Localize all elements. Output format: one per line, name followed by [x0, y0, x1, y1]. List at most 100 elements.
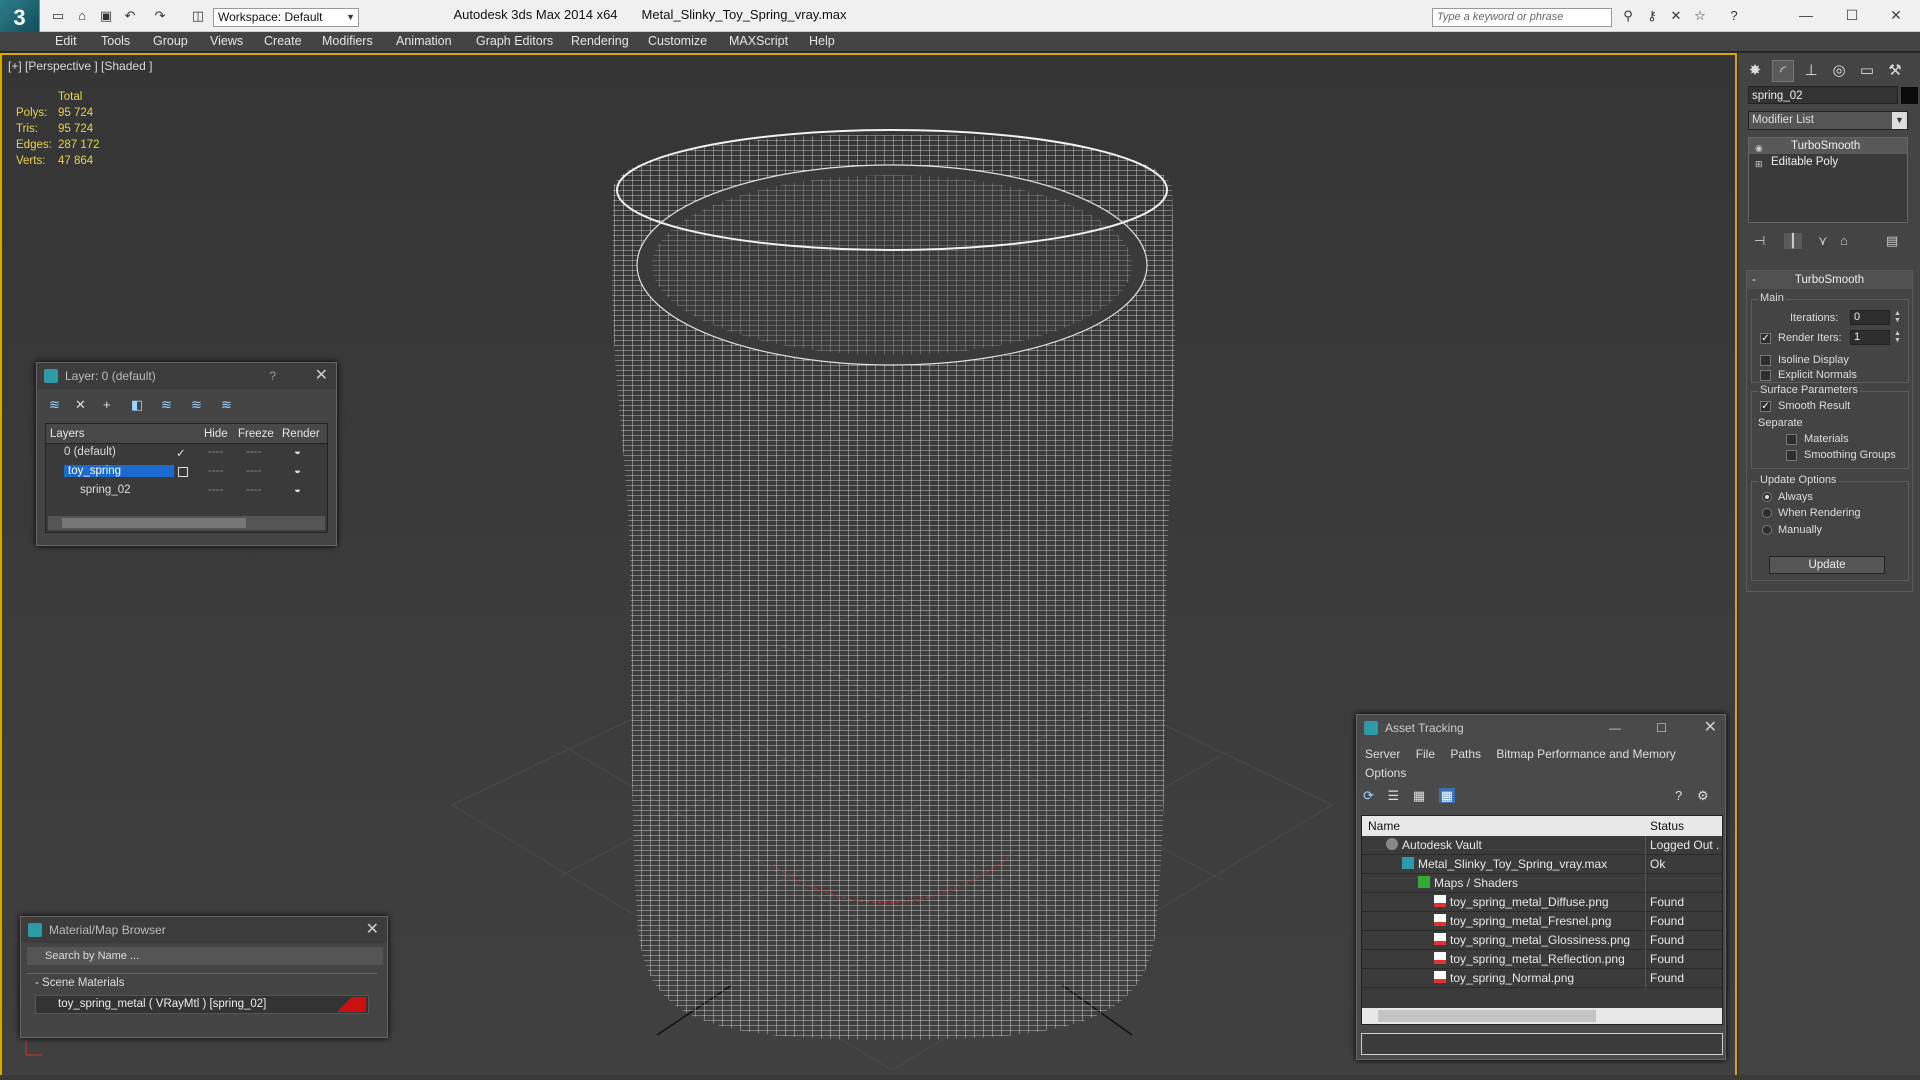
spinner-arrows-icon[interactable]: ▲ ▼ [1894, 330, 1901, 344]
create-layer-icon[interactable]: ≋ [49, 397, 60, 413]
render-iters-checkbox[interactable]: ✓ [1760, 333, 1771, 344]
thumbnail-view-icon[interactable]: ▦ [1413, 788, 1425, 803]
stack-item-editable-poly[interactable]: ⊞ Editable Poly [1749, 154, 1907, 170]
freeze-toggle[interactable]: ---- [246, 446, 261, 458]
menu-bitmap-performance[interactable]: Bitmap Performance and Memory [1496, 747, 1675, 761]
iterations-spinner[interactable]: 0 [1850, 310, 1890, 325]
close-icon[interactable]: ✕ [1704, 715, 1717, 741]
menu-help[interactable]: Help [809, 34, 835, 48]
scrollbar-thumb[interactable] [1378, 1010, 1596, 1022]
scrollbar-thumb[interactable] [62, 518, 246, 528]
hierarchy-tab-icon[interactable]: ⊥ [1800, 60, 1822, 82]
stack-item-turbosmooth[interactable]: ◉ TurboSmooth [1749, 138, 1907, 154]
select-objects-icon[interactable]: ◧ [131, 397, 143, 413]
menu-paths[interactable]: Paths [1450, 747, 1481, 761]
create-tab-icon[interactable]: ✸ [1744, 60, 1766, 82]
menu-options[interactable]: Options [1365, 766, 1406, 780]
hide-toggle[interactable]: ---- [208, 446, 223, 458]
asset-row[interactable]: Metal_Slinky_Toy_Spring_vray.max Ok [1362, 855, 1722, 874]
materials-checkbox[interactable] [1786, 434, 1797, 445]
checkmark-icon[interactable]: ✓ [176, 446, 186, 460]
render-iters-spinner[interactable]: 1 [1850, 330, 1890, 345]
list-view-icon[interactable]: ☰ [1388, 788, 1400, 803]
asset-row[interactable]: toy_spring_metal_Glossiness.png Found [1362, 931, 1722, 950]
table-view-icon[interactable]: ▦ [1438, 788, 1456, 803]
key-icon[interactable]: ⚷ [1644, 8, 1660, 24]
freeze-toggle[interactable]: ---- [246, 465, 261, 477]
collapse-icon[interactable]: - [1752, 271, 1756, 289]
motion-tab-icon[interactable]: ◎ [1828, 60, 1850, 82]
isoline-display-checkbox[interactable] [1760, 355, 1771, 366]
menu-group[interactable]: Group [153, 34, 188, 48]
maximize-icon[interactable]: ☐ [1832, 4, 1872, 26]
asset-row[interactable]: toy_spring_metal_Diffuse.png Found [1362, 893, 1722, 912]
configure-sets-icon[interactable]: ▤ [1886, 233, 1898, 249]
layer-window-titlebar[interactable]: Layer: 0 (default) ? ✕ [37, 363, 336, 389]
manually-radio[interactable] [1762, 525, 1772, 535]
teapot-render-icon[interactable]: ◒ [294, 465, 301, 477]
asset-tracking-titlebar[interactable]: Asset Tracking — ☐ ✕ [1357, 715, 1725, 741]
menu-modifiers[interactable]: Modifiers [322, 34, 373, 48]
refresh-icon[interactable]: ⟳ [1363, 788, 1374, 803]
delete-layer-icon[interactable]: ✕ [75, 397, 86, 413]
freeze-all-icon[interactable]: ≋ [221, 397, 232, 413]
smooth-result-checkbox[interactable]: ✓ [1760, 401, 1771, 412]
maximize-icon[interactable]: ☐ [1656, 715, 1667, 741]
object-name-field[interactable]: spring_02 [1748, 86, 1898, 104]
exchange-icon[interactable]: ✕ [1668, 8, 1684, 24]
col-hide[interactable]: Hide [204, 428, 228, 440]
help-icon[interactable]: ? [1726, 8, 1742, 24]
menu-create[interactable]: Create [264, 34, 302, 48]
menu-animation[interactable]: Animation [396, 34, 452, 48]
menu-customize[interactable]: Customize [648, 34, 707, 48]
minimize-icon[interactable]: — [1786, 4, 1826, 26]
asset-row[interactable]: Autodesk Vault Logged Out . [1362, 836, 1722, 855]
material-item[interactable]: toy_spring_metal ( VRayMtl ) [spring_02] [35, 995, 369, 1014]
menu-views[interactable]: Views [210, 34, 243, 48]
star-icon[interactable]: ☆ [1692, 8, 1708, 24]
asset-row[interactable]: Maps / Shaders [1362, 874, 1722, 893]
help-icon[interactable]: ? [1675, 788, 1682, 803]
teapot-render-icon[interactable]: ◒ [294, 446, 301, 458]
expand-icon[interactable]: ⊞ [1755, 156, 1765, 169]
modifier-list-dropdown[interactable]: Modifier List ▼ [1748, 111, 1908, 130]
menu-tools[interactable]: Tools [101, 34, 130, 48]
display-tab-icon[interactable]: ▭ [1856, 60, 1878, 82]
layer-row[interactable]: toy_spring ---- ---- ◒ [46, 463, 327, 482]
object-color-swatch[interactable] [1901, 87, 1918, 104]
material-browser-titlebar[interactable]: Material/Map Browser ✕ [21, 917, 387, 943]
hide-all-icon[interactable]: ≋ [191, 397, 202, 413]
close-icon[interactable]: ✕ [315, 363, 328, 389]
current-layer-toggle[interactable] [178, 467, 188, 477]
col-name[interactable]: Name [1368, 819, 1400, 833]
freeze-toggle[interactable]: ---- [246, 484, 261, 496]
hide-toggle[interactable]: ---- [208, 484, 223, 496]
horizontal-scrollbar[interactable] [48, 516, 325, 530]
hide-toggle[interactable]: ---- [208, 465, 223, 477]
search-input[interactable]: Type a keyword or phrase [1432, 8, 1612, 27]
modify-tab-icon[interactable]: ◜ [1772, 60, 1794, 82]
show-end-result-icon[interactable]: ┃ [1784, 233, 1802, 249]
menu-file[interactable]: File [1416, 747, 1435, 761]
smoothing-groups-checkbox[interactable] [1786, 450, 1797, 461]
asset-path-field[interactable] [1361, 1033, 1723, 1055]
menu-maxscript[interactable]: MAXScript [729, 34, 788, 48]
always-radio[interactable] [1762, 492, 1772, 502]
update-button[interactable]: Update [1769, 556, 1885, 574]
settings-icon[interactable]: ⚙ [1697, 788, 1709, 804]
asset-row[interactable]: toy_spring_metal_Reflection.png Found [1362, 950, 1722, 969]
asset-row[interactable]: toy_spring_metal_Fresnel.png Found [1362, 912, 1722, 931]
binoculars-icon[interactable]: ⚲ [1620, 8, 1636, 24]
horizontal-scrollbar[interactable] [1362, 1008, 1722, 1024]
pin-stack-icon[interactable]: ⊣ [1754, 233, 1765, 249]
spinner-arrows-icon[interactable]: ▲ ▼ [1894, 310, 1901, 324]
asset-row[interactable]: toy_spring_Normal.png Found [1362, 969, 1722, 988]
close-icon[interactable]: ✕ [1876, 4, 1916, 26]
lightbulb-icon[interactable]: ◉ [1755, 140, 1765, 153]
layer-row[interactable]: spring_02 ---- ---- ◒ [46, 482, 327, 501]
add-to-layer-icon[interactable]: + [103, 397, 111, 412]
remove-modifier-icon[interactable]: ⌂ [1840, 233, 1848, 248]
col-render[interactable]: Render [282, 428, 320, 440]
highlight-layer-icon[interactable]: ≋ [161, 397, 172, 413]
menu-graph-editors[interactable]: Graph Editors [476, 34, 553, 48]
